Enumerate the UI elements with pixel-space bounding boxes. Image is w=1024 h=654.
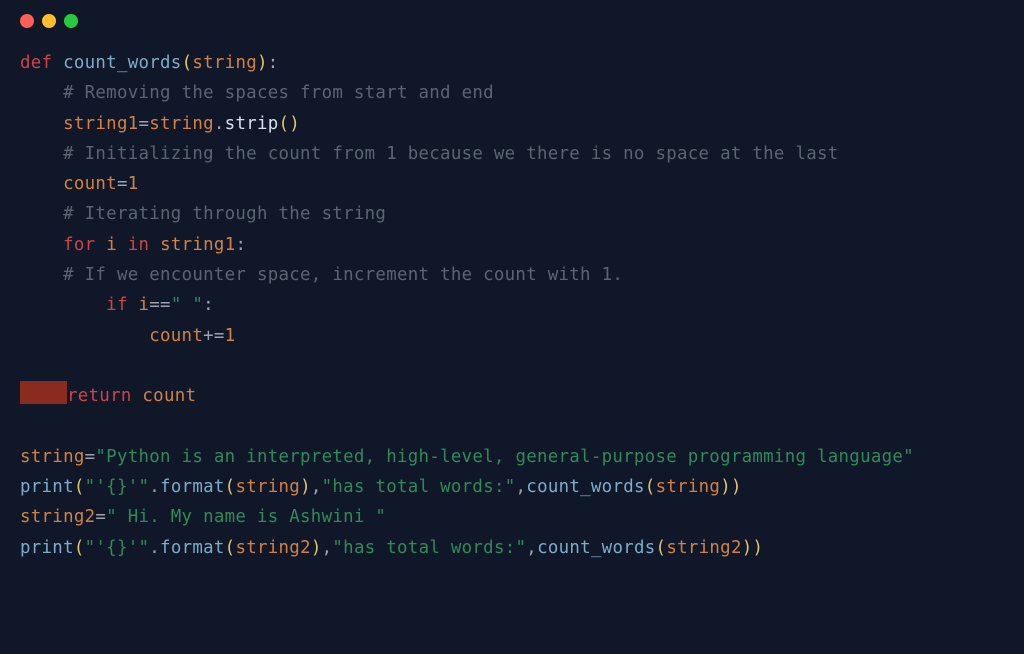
op: = (117, 174, 128, 194)
variable: count (149, 326, 203, 346)
string: " Hi. My name is Ashwini " (106, 507, 386, 527)
paren: ( (74, 538, 85, 558)
paren: ( (182, 53, 193, 73)
variable: i (139, 295, 150, 315)
variable: count (142, 386, 196, 406)
comment: # Initializing the count from 1 because … (63, 144, 838, 164)
minimize-icon[interactable] (42, 14, 56, 28)
paren: ) (300, 477, 311, 497)
op: += (203, 326, 225, 346)
comment: # Iterating through the string (63, 204, 386, 224)
format-fn: format (160, 538, 225, 558)
print-fn: print (20, 477, 74, 497)
keyword-def: def (20, 53, 52, 73)
paren: ( (656, 538, 667, 558)
close-icon[interactable] (20, 14, 34, 28)
dot: . (214, 114, 225, 134)
print-fn: print (20, 538, 74, 558)
error-highlight (20, 381, 67, 404)
format-fn: format (160, 477, 225, 497)
keyword-if: if (106, 295, 128, 315)
paren: ( (225, 477, 236, 497)
op: = (95, 507, 106, 527)
number: 1 (128, 174, 139, 194)
variable: i (106, 235, 117, 255)
variable: count (63, 174, 117, 194)
number: 1 (225, 326, 236, 346)
variable: string (656, 477, 721, 497)
paren: ( (74, 477, 85, 497)
string: "'{}'" (85, 538, 150, 558)
paren: ( (225, 538, 236, 558)
string: "Python is an interpreted, high-level, g… (95, 447, 914, 467)
comment: # If we encounter space, increment the c… (63, 265, 623, 285)
function-name: count_words (63, 53, 181, 73)
keyword-return: return (67, 386, 132, 406)
variable: string2 (20, 507, 95, 527)
dot: . (149, 538, 160, 558)
function-call: count_words (526, 477, 644, 497)
code-window: def count_words(string): # Removing the … (0, 0, 1024, 654)
paren: ) (257, 53, 268, 73)
string: "has total words:" (332, 538, 526, 558)
op: == (149, 295, 171, 315)
variable: string1 (63, 114, 138, 134)
paren: () (279, 114, 301, 134)
keyword-for: for (63, 235, 95, 255)
paren: ( (645, 477, 656, 497)
op: = (85, 447, 96, 467)
maximize-icon[interactable] (64, 14, 78, 28)
string: "'{}'" (85, 477, 150, 497)
variable: string2 (235, 538, 310, 558)
paren: )) (742, 538, 764, 558)
paren: ) (311, 538, 322, 558)
string: "has total words:" (322, 477, 516, 497)
op: = (138, 114, 149, 134)
variable: string2 (666, 538, 741, 558)
variable: string1 (160, 235, 235, 255)
variable: string (235, 477, 300, 497)
keyword-in: in (128, 235, 150, 255)
method: strip (225, 114, 279, 134)
window-controls (0, 0, 1024, 28)
dot: . (149, 477, 160, 497)
function-call: count_words (537, 538, 655, 558)
paren: )) (720, 477, 742, 497)
variable: string (149, 114, 214, 134)
string: " " (171, 295, 203, 315)
code-content: def count_words(string): # Removing the … (0, 28, 1024, 563)
variable: string (20, 447, 85, 467)
param: string (192, 53, 257, 73)
comment: # Removing the spaces from start and end (63, 83, 494, 103)
